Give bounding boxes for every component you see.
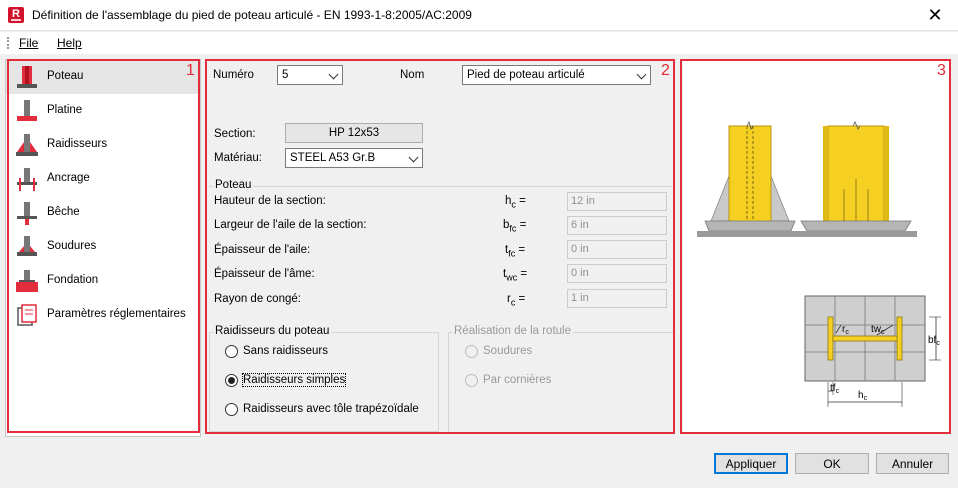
sidebar-item-label: Bêche — [47, 206, 80, 218]
connection-diagram: rc twc bfc tfc hc — [697, 120, 941, 407]
menu-grip-icon — [7, 37, 9, 49]
material-value: STEEL A53 Gr.B — [290, 152, 376, 164]
sidebar-item-label: Paramètres réglementaires — [47, 308, 186, 320]
material-select[interactable]: STEEL A53 Gr.B — [285, 148, 423, 168]
numero-select[interactable]: 5 — [277, 65, 343, 85]
code-parameters-icon — [17, 304, 37, 326]
section-number-3: 3 — [937, 62, 946, 79]
side-view-diagram — [697, 120, 801, 237]
radio-label: Par cornières — [483, 374, 552, 386]
hc-dimension-label: hc — [858, 390, 868, 402]
numero-value: 5 — [282, 69, 289, 81]
sidebar: Poteau Platine Raidisseurs Ancrage Bêche… — [5, 59, 201, 437]
chevron-down-icon — [408, 152, 419, 163]
properties-panel: Numéro 5 Nom Pied de poteau articulé Sec… — [205, 59, 675, 434]
symbol-twc: twc = — [503, 268, 528, 283]
ok-button[interactable]: OK — [795, 453, 869, 474]
app-logo-icon: R — [8, 7, 24, 23]
hinge-group-title: Réalisation de la rotule — [452, 325, 573, 337]
sidebar-item-ancrage[interactable]: Ancrage — [6, 162, 200, 196]
menu-help[interactable]: Help — [57, 36, 82, 50]
radio-angles[interactable] — [465, 374, 478, 387]
radio-label: Raidisseurs simples — [241, 373, 347, 387]
section-button[interactable]: HP 12x53 — [285, 123, 423, 143]
sidebar-item-platine[interactable]: Platine — [6, 94, 200, 128]
close-button[interactable]: ✕ — [912, 0, 958, 31]
symbol-rc: rc = — [507, 293, 526, 308]
sidebar-item-label: Ancrage — [47, 172, 90, 184]
field-label: Hauteur de la section: — [214, 195, 326, 207]
sidebar-item-label: Soudures — [47, 240, 97, 252]
column-icon — [17, 66, 37, 88]
title-bar: R Définition de l'assemblage du pied de … — [0, 0, 958, 31]
window-title: Définition de l'assemblage du pied de po… — [32, 8, 472, 22]
menu-file[interactable]: File — [19, 36, 38, 50]
menu-bar: File Help — [0, 32, 958, 54]
sidebar-item-poteau[interactable]: Poteau — [6, 60, 200, 94]
plan-view-diagram — [804, 295, 941, 407]
tfc-dimension-label: tfc — [830, 383, 840, 395]
flange-width-input[interactable]: 6 in — [567, 216, 667, 235]
poteau-group-title: Poteau — [213, 179, 254, 191]
chevron-down-icon — [328, 69, 339, 80]
radio-welds[interactable] — [465, 345, 478, 358]
apply-button[interactable]: Appliquer — [714, 453, 788, 474]
shear-key-icon — [17, 202, 37, 225]
symbol-tfc: tfc = — [505, 244, 526, 259]
radio-label: Raidisseurs avec tôle trapézoïdale — [243, 403, 419, 415]
nom-label: Nom — [400, 69, 425, 81]
radio-simple-stiffeners[interactable] — [225, 374, 238, 387]
height-input[interactable]: 12 in — [567, 192, 667, 211]
field-label: Épaisseur de l'aile: — [214, 244, 311, 256]
symbol-bfc: bfc = — [503, 219, 527, 234]
anchorage-icon — [17, 168, 37, 191]
base-plate-icon — [17, 100, 37, 121]
sidebar-item-raidisseurs[interactable]: Raidisseurs — [6, 128, 200, 162]
flange-thickness-input[interactable]: 0 in — [567, 240, 667, 259]
section-number-2: 2 — [661, 62, 670, 79]
radio-label: Sans raidisseurs — [243, 345, 329, 357]
cancel-button[interactable]: Annuler — [876, 453, 949, 474]
sidebar-item-label: Platine — [47, 104, 83, 116]
section-number-1: 1 — [186, 62, 195, 79]
radio-trapezoidal-stiffeners[interactable] — [225, 403, 238, 416]
chevron-down-icon — [636, 69, 647, 80]
nom-value: Pied de poteau articulé — [467, 69, 585, 81]
sidebar-item-soudures[interactable]: Soudures — [6, 230, 200, 264]
field-label: Largeur de l'aile de la section: — [214, 219, 367, 231]
hinge-group — [448, 332, 674, 432]
field-label: Épaisseur de l'âme: — [214, 268, 315, 280]
sidebar-item-fondation[interactable]: Fondation — [6, 264, 200, 298]
field-label: Rayon de congé: — [214, 293, 301, 305]
stiffeners-group-title: Raidisseurs du poteau — [213, 325, 332, 337]
sidebar-item-beche[interactable]: Bêche — [6, 196, 200, 230]
radio-label: Soudures — [483, 345, 533, 357]
radio-no-stiffeners[interactable] — [225, 345, 238, 358]
symbol-hc: hc = — [505, 195, 526, 210]
stiffeners-icon — [16, 134, 38, 156]
sidebar-item-label: Raidisseurs — [47, 138, 108, 150]
web-thickness-input[interactable]: 0 in — [567, 264, 667, 283]
nom-select[interactable]: Pied de poteau articulé — [462, 65, 651, 85]
material-label: Matériau: — [214, 152, 262, 164]
fillet-radius-input[interactable]: 1 in — [567, 289, 667, 308]
preview-panel: rc twc bfc tfc hc — [683, 59, 951, 434]
bfc-dimension-label: bfc — [928, 335, 940, 347]
sidebar-item-parametres[interactable]: Paramètres réglementaires — [6, 298, 200, 332]
front-view-diagram — [791, 121, 917, 237]
sidebar-item-label: Fondation — [47, 274, 99, 286]
numero-label: Numéro — [213, 69, 254, 81]
section-label: Section: — [214, 128, 256, 140]
sidebar-item-label: Poteau — [47, 70, 84, 82]
foundation-icon — [16, 270, 38, 292]
welds-icon — [17, 236, 37, 256]
